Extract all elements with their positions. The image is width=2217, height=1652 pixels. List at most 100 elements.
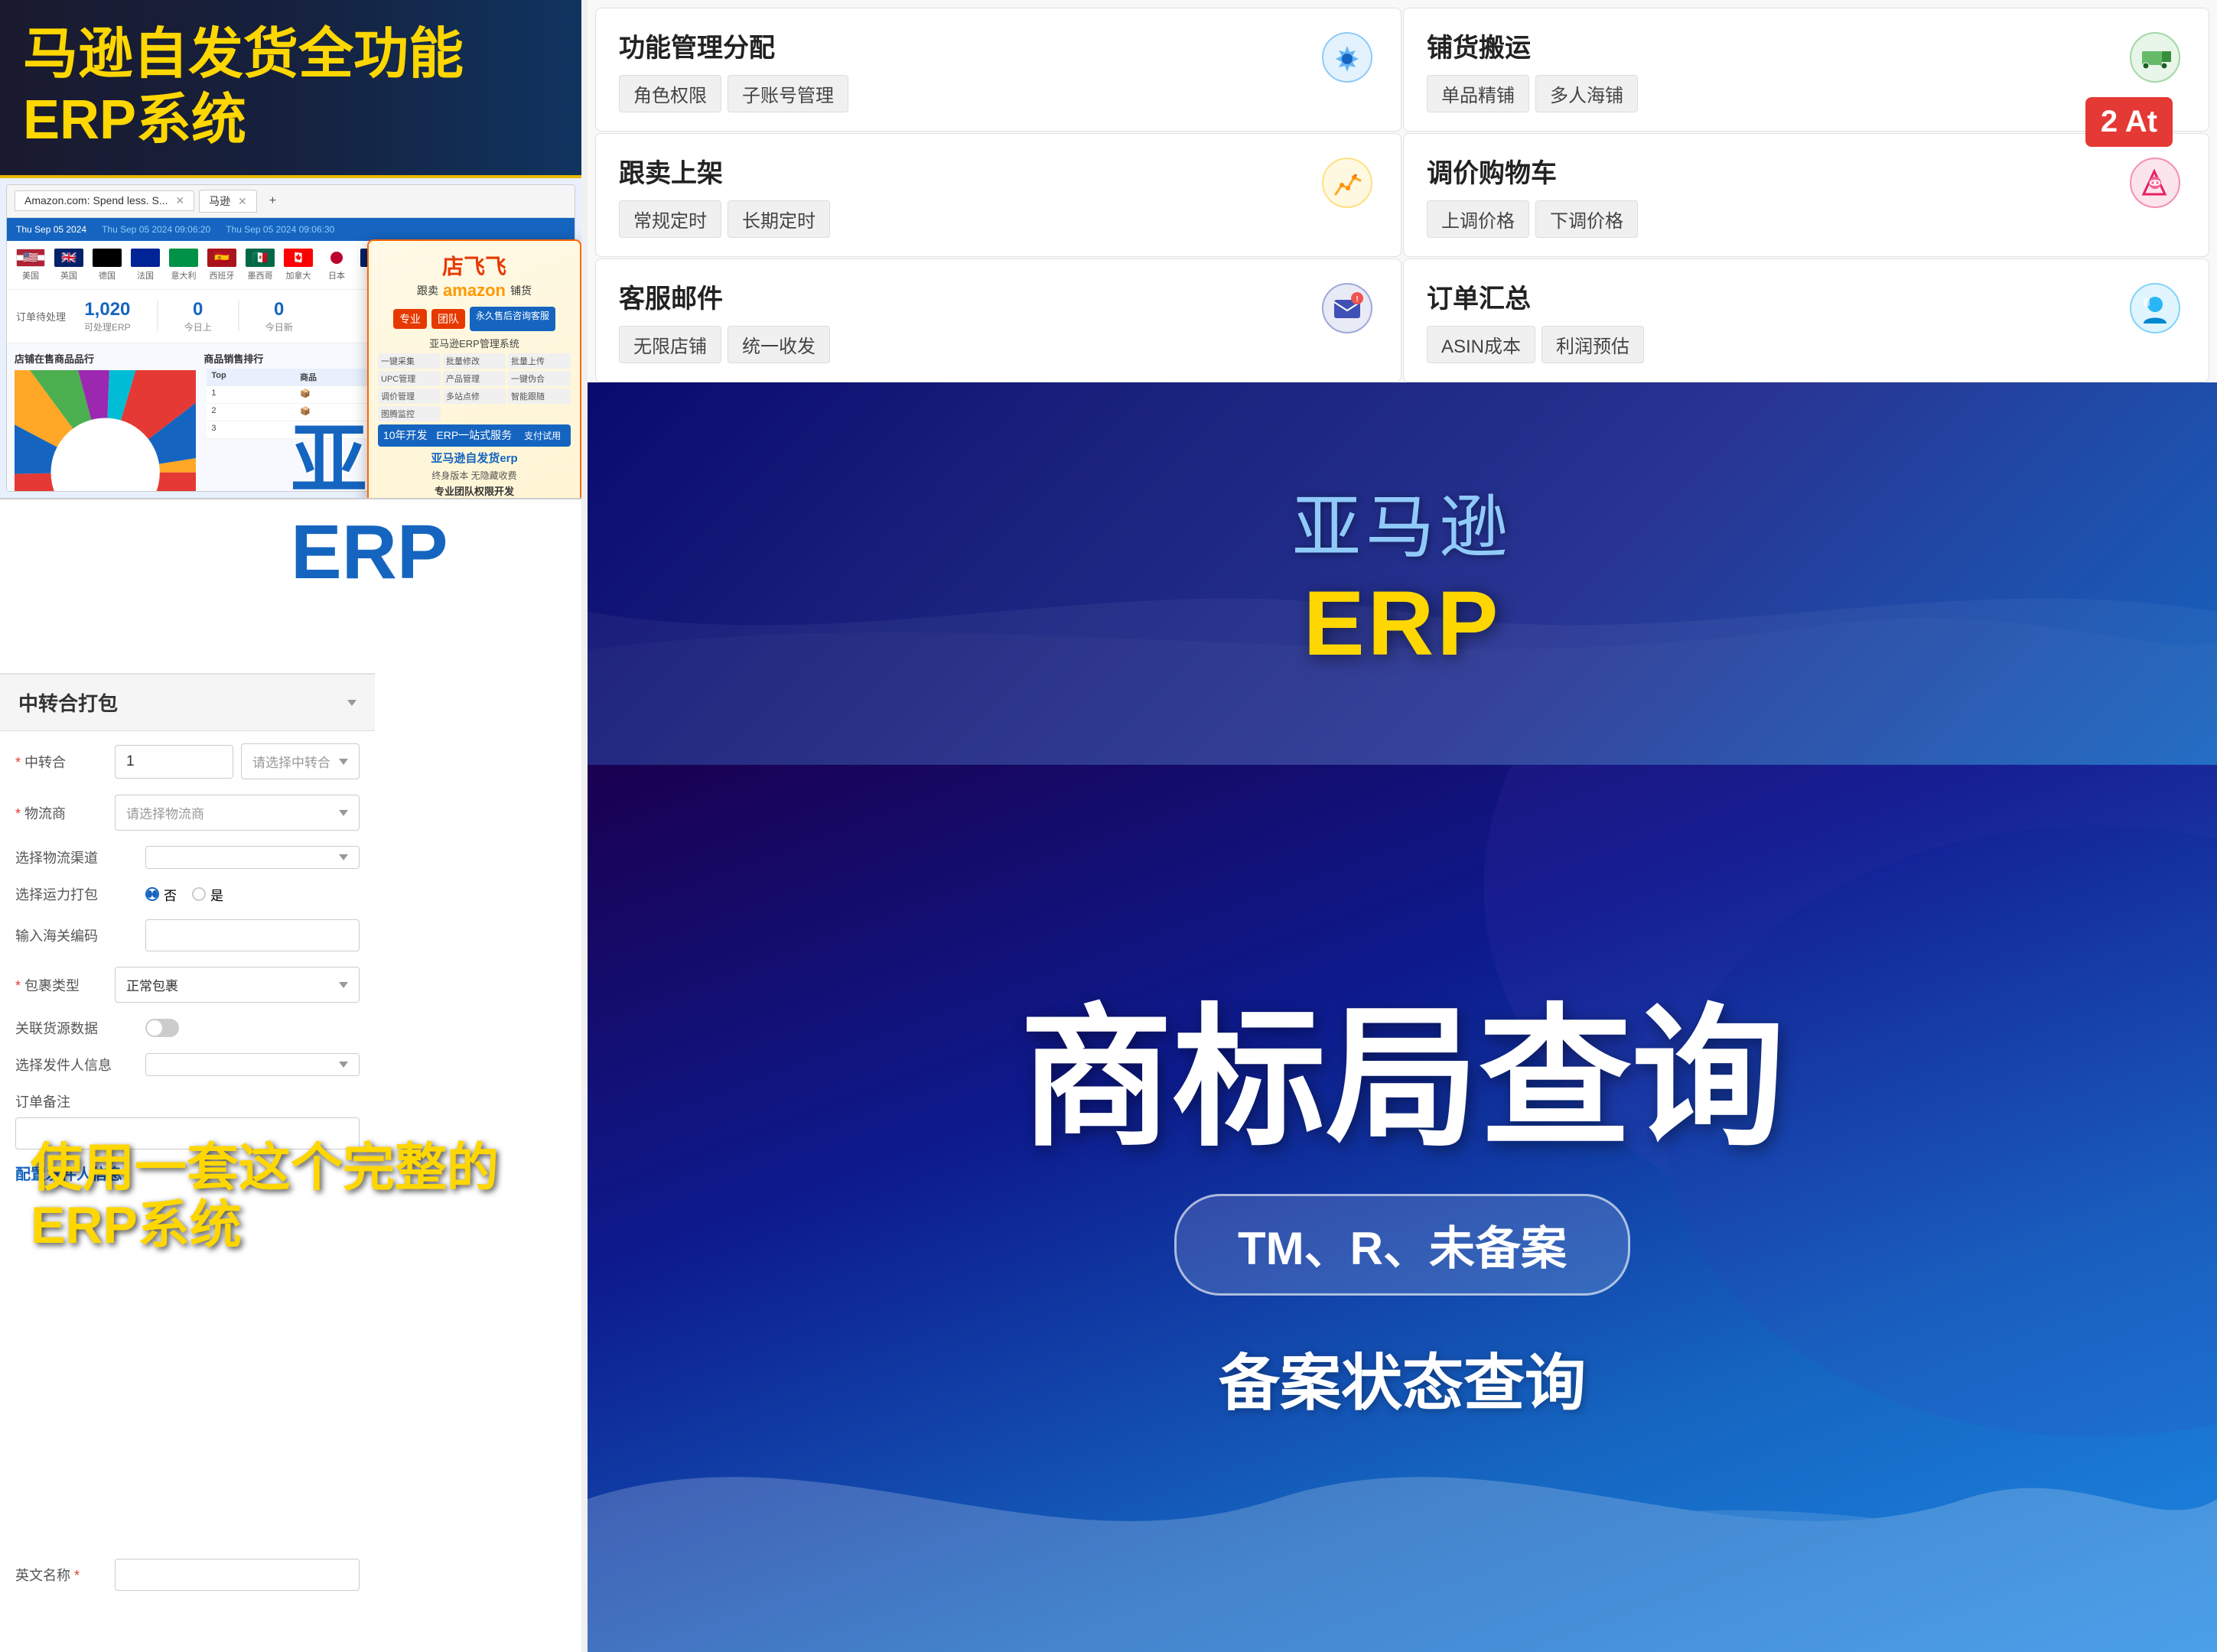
flag-es: 🇪🇸 西班牙 xyxy=(207,249,236,281)
tag-role: 角色权限 xyxy=(619,75,721,112)
form-row-logistics: * 物流商 请选择物流商 xyxy=(15,795,360,831)
select-channel[interactable] xyxy=(145,846,360,869)
popup-no-hidden: 终身版本 无隐藏收费 xyxy=(378,469,571,482)
feature-card-content-shipping: 铺货搬运 单品精铺 多人海铺 xyxy=(1427,27,2109,112)
select-transfer-placeholder: 请选择中转合 xyxy=(252,752,330,771)
select-logistics[interactable]: 请选择物流商 xyxy=(115,795,360,831)
feature-tags-email: 无限店铺 统一收发 xyxy=(619,326,1301,363)
stat-today: 0 今日上 xyxy=(184,299,212,333)
truck-svg-icon xyxy=(2128,31,2182,84)
date2: Thu Sep 05 2024 09:06:20 xyxy=(102,224,210,235)
popup-years: 10年开发 ERP一站式服务 支付试用 xyxy=(378,424,571,447)
tag-price-up: 上调价格 xyxy=(1427,200,1529,238)
orders-label: 订单待处理 xyxy=(16,309,66,324)
tag-subaccount: 子账号管理 xyxy=(728,75,848,112)
feature-card-orders: 订单汇总 ASIN成本 利润预估 xyxy=(1403,259,2209,382)
radio-group-capacity: 否 是 xyxy=(145,885,223,904)
feature-title-price: 调价购物车 xyxy=(1427,152,2109,190)
popup-ad: 店飞飞 跟卖 amazon 铺货 专业 团队 永久售后咨询客服 亚马逊ERP管理… xyxy=(367,239,581,499)
trademark-title: 商标局查询 xyxy=(1020,995,1785,1163)
feature-tags-orders: ASIN成本 利润预估 xyxy=(1427,326,2109,363)
tag-unlimited: 无限店铺 xyxy=(619,326,721,363)
feature-icon-func xyxy=(1317,27,1378,88)
select-sender[interactable] xyxy=(145,1053,360,1076)
main-title: 马逊自发货全功能ERP系统 xyxy=(23,24,464,151)
right-panel-bottom: 商标局查询 TM、R、未备案 备案状态查询 xyxy=(588,765,2217,1652)
feature-card-content-price: 调价购物车 上调价格 下调价格 xyxy=(1427,152,2109,238)
flag-fr: 法国 xyxy=(131,249,160,281)
chevron-down-icon3 xyxy=(339,854,348,860)
right-panel-top: 功能管理分配 角色权限 子账号管理 铺货搬运 单品精铺 多人海铺 xyxy=(588,0,2217,382)
form-row-source: 关联货源数据 xyxy=(15,1018,360,1038)
label-note: 订单备注 xyxy=(15,1091,360,1111)
right-panel-middle: 亚马逊 ERP xyxy=(588,382,2217,765)
tag-regular: 常规定时 xyxy=(619,200,721,238)
form-row-transfer: * 中转合 1 请选择中转合 xyxy=(15,743,360,779)
feature-tags-shipping: 单品精铺 多人海铺 xyxy=(1427,75,2109,112)
chevron-down-icon4 xyxy=(339,982,348,988)
input-english-name[interactable] xyxy=(115,1559,360,1591)
chevron-down-icon xyxy=(339,759,348,765)
chart-title: 店铺在售商品品行 xyxy=(15,351,196,366)
pie-chart xyxy=(15,370,196,492)
label-transfer: * 中转合 xyxy=(15,752,107,772)
form-row-channel: 选择物流渠道 xyxy=(15,846,360,869)
gear-svg-icon xyxy=(1320,31,1374,84)
tag-multi: 多人海铺 xyxy=(1535,75,1638,112)
feature-card-price: 调价购物车 上调价格 下调价格 xyxy=(1403,133,2209,257)
flag-it-label: 意大利 xyxy=(171,269,197,281)
label-capacity: 选择运力打包 xyxy=(15,884,138,904)
tag-unified: 统一收发 xyxy=(728,326,830,363)
input-customs[interactable] xyxy=(145,919,360,951)
popup-erp-title: 亚马逊自发货erp xyxy=(378,450,571,466)
feature-tags-follow: 常规定时 长期定时 xyxy=(619,200,1301,238)
flag-mx: 🇲🇽 墨西哥 xyxy=(246,249,275,281)
flag-us: 🇺🇸 美国 xyxy=(16,249,45,281)
toggle-source[interactable] xyxy=(145,1019,179,1037)
tab-label: Amazon.com: Spend less. S... xyxy=(24,194,168,206)
input-transfer-value: 1 xyxy=(115,745,233,779)
popup-nav-features: 一键采集 批量修改 批量上传 UPC管理 产品管理 一键伪合 调价管理 多站点修… xyxy=(378,353,571,421)
feature-card-follow: 跟卖上架 常规定时 长期定时 xyxy=(595,133,1401,257)
select-transfer[interactable]: 请选择中转合 xyxy=(241,743,360,779)
feature-icon-orders xyxy=(2124,278,2186,339)
tag-asin: ASIN成本 xyxy=(1427,326,1535,363)
label-parcel: * 包裹类型 xyxy=(15,975,107,995)
select-parcel[interactable]: 正常包裹 xyxy=(115,967,360,1003)
feature-icon-follow xyxy=(1317,152,1378,213)
trademark-query: 备案状态查询 xyxy=(1219,1334,1586,1423)
trademark-badge-text: TM、R、未备案 xyxy=(1238,1223,1567,1274)
title-banner: 马逊自发货全功能ERP系统 xyxy=(0,0,581,178)
flag-jp: 日本 xyxy=(322,249,351,281)
radio-dot-yes xyxy=(192,887,206,901)
popup-labels: 专业 团队 永久售后咨询客服 xyxy=(378,307,571,331)
radio-yes[interactable]: 是 xyxy=(192,885,223,904)
label-english-name: 英文名称 * xyxy=(15,1565,107,1585)
flag-us-label: 美国 xyxy=(22,269,39,281)
label-customs: 输入海关编码 xyxy=(15,925,138,945)
new-tab-btn[interactable]: + xyxy=(262,191,284,211)
form-row-parcel: * 包裹类型 正常包裹 xyxy=(15,967,360,1003)
browser-tab-amazon[interactable]: Amazon.com: Spend less. S... ✕ xyxy=(15,190,194,211)
browser-tab-mazon[interactable]: 马逊 ✕ xyxy=(199,190,257,213)
orders-svg-icon xyxy=(2128,281,2182,335)
stat-sublabel: 可处理ERP xyxy=(84,320,131,333)
tab-counter-text: 2 At xyxy=(2101,105,2157,138)
radio-dot-no xyxy=(145,887,159,901)
form-row-capacity: 选择运力打包 否 是 xyxy=(15,884,360,904)
flag-ca: 🇨🇦 加拿大 xyxy=(284,249,313,281)
flag-es-label: 西班牙 xyxy=(210,269,235,281)
flag-fr-label: 法国 xyxy=(137,269,154,281)
feature-icon-price xyxy=(2124,152,2186,213)
select-parcel-value: 正常包裹 xyxy=(126,975,178,994)
chevron-down-icon5 xyxy=(339,1062,348,1068)
form-header: 中转合打包 xyxy=(0,675,375,731)
form-english-name-row: 英文名称 * xyxy=(15,1559,360,1591)
feature-tags-price: 上调价格 下调价格 xyxy=(1427,200,2109,238)
popup-shop-name: 店飞飞 xyxy=(378,250,571,281)
feature-icon-email: ! xyxy=(1317,278,1378,339)
flag-mx-label: 墨西哥 xyxy=(248,269,273,281)
radio-no[interactable]: 否 xyxy=(145,885,177,904)
flag-it: 意大利 xyxy=(169,249,198,281)
stat-pending: 1,020 可处理ERP xyxy=(84,299,131,333)
